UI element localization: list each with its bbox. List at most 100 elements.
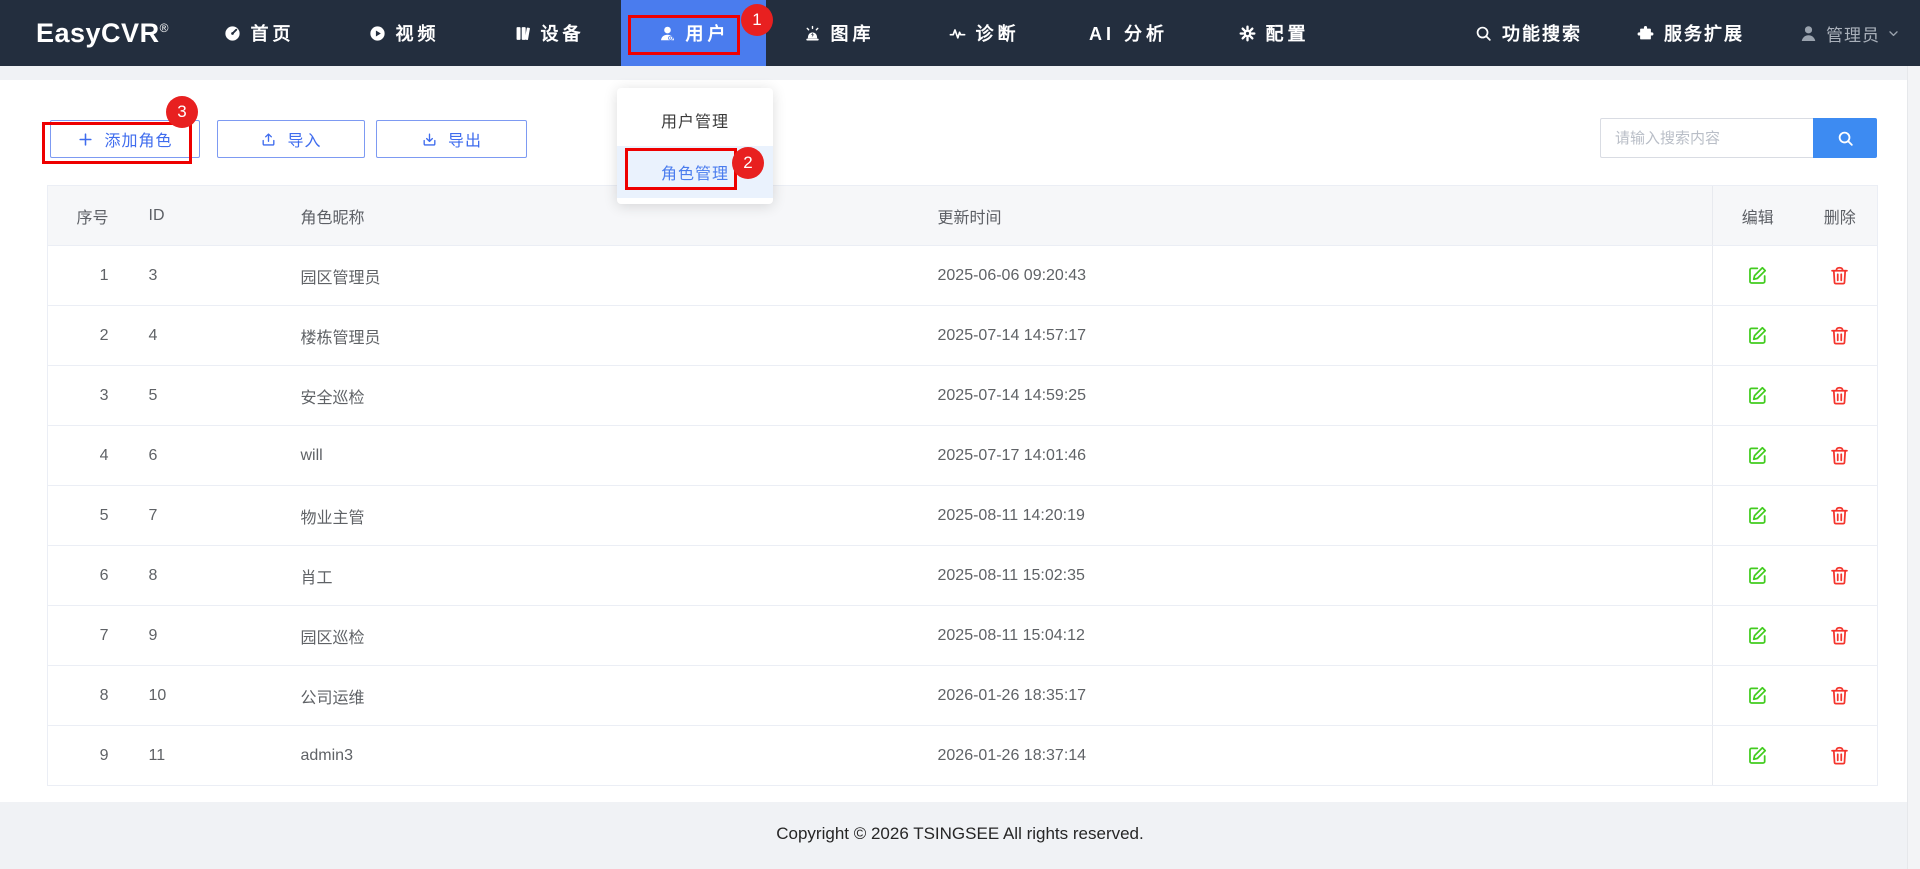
table-row: 4 6 will 2025-07-17 14:01:46 [47, 425, 1878, 486]
row-index: 1 [47, 245, 123, 306]
row-role-name: 楼栋管理员 [300, 305, 938, 366]
delete-icon[interactable] [1829, 745, 1850, 766]
search-icon [1474, 24, 1493, 43]
search-input[interactable] [1600, 118, 1813, 158]
device-icon [513, 24, 532, 43]
row-updated-time: 2025-07-14 14:59:25 [937, 365, 1713, 426]
header-updated: 更新时间 [937, 185, 1713, 246]
nav-item-gallery[interactable]: 图库 [766, 0, 911, 66]
nav-item-video[interactable]: 视频 [331, 0, 476, 66]
row-updated-time: 2025-08-11 14:20:19 [937, 485, 1713, 546]
row-id: 11 [122, 725, 301, 786]
search-button[interactable] [1813, 118, 1877, 158]
export-button[interactable]: 导出 [376, 120, 527, 158]
app-logo: EasyCVR® [36, 17, 169, 48]
plus-icon [77, 131, 94, 148]
table-header-row: 序号 ID 角色昵称 更新时间 编辑 删除 [47, 185, 1878, 246]
edit-icon[interactable] [1747, 265, 1768, 286]
header-index: 序号 [47, 185, 123, 246]
search-icon [1836, 129, 1855, 148]
row-updated-time: 2026-01-26 18:35:17 [937, 665, 1713, 726]
row-role-name: will [300, 425, 938, 486]
row-updated-time: 2025-08-11 15:04:12 [937, 605, 1713, 666]
row-updated-time: 2025-08-11 15:02:35 [937, 545, 1713, 606]
delete-icon[interactable] [1829, 385, 1850, 406]
nav-item-user[interactable]: 用户 [621, 0, 766, 66]
table-row: 2 4 楼栋管理员 2025-07-14 14:57:17 [47, 305, 1878, 366]
alarm-light-icon [803, 24, 822, 43]
row-index: 6 [47, 545, 123, 606]
edit-icon[interactable] [1747, 505, 1768, 526]
scrollbar[interactable] [1907, 66, 1920, 869]
header-delete: 删除 [1802, 185, 1878, 246]
nav-item-home[interactable]: 首页 [186, 0, 331, 66]
delete-icon[interactable] [1829, 265, 1850, 286]
copyright-text: Copyright © 2026 TSINGSEE All rights res… [776, 824, 1144, 843]
delete-icon[interactable] [1829, 505, 1850, 526]
user-nav-dropdown: 用户管理 角色管理 [617, 88, 773, 204]
download-icon [421, 131, 438, 148]
table-search [1600, 118, 1877, 158]
delete-icon[interactable] [1829, 685, 1850, 706]
service-extension-button[interactable]: 服务扩展 [1636, 20, 1744, 46]
row-role-name: 园区巡检 [300, 605, 938, 666]
nav-item-diagnosis[interactable]: 诊断 [911, 0, 1056, 66]
row-role-name: 物业主管 [300, 485, 938, 546]
delete-icon[interactable] [1829, 445, 1850, 466]
row-index: 4 [47, 425, 123, 486]
avatar-icon [1798, 23, 1819, 44]
row-role-name: 园区管理员 [300, 245, 938, 306]
upload-icon [260, 131, 277, 148]
nav-item-ai-analysis[interactable]: AI 分析 [1056, 0, 1201, 66]
puzzle-icon [1636, 24, 1655, 43]
table-row: 6 8 肖工 2025-08-11 15:02:35 [47, 545, 1878, 606]
top-navbar: EasyCVR® 首页 视频 设备 用户 图库 诊断 AI 分析 配置 功能搜索… [0, 0, 1920, 66]
play-icon [368, 24, 387, 43]
dropdown-item-user-management[interactable]: 用户管理 [617, 94, 773, 146]
edit-icon[interactable] [1747, 445, 1768, 466]
nav-item-device[interactable]: 设备 [476, 0, 621, 66]
edit-icon[interactable] [1747, 565, 1768, 586]
edit-icon[interactable] [1747, 385, 1768, 406]
table-row: 5 7 物业主管 2025-08-11 14:20:19 [47, 485, 1878, 546]
edit-icon[interactable] [1747, 745, 1768, 766]
row-index: 2 [47, 305, 123, 366]
dropdown-item-role-management[interactable]: 角色管理 [617, 146, 773, 198]
nav-item-config[interactable]: 配置 [1201, 0, 1346, 66]
table-row: 9 11 admin3 2026-01-26 18:37:14 [47, 725, 1878, 786]
row-updated-time: 2026-01-26 18:37:14 [937, 725, 1713, 786]
page-background-strip [0, 66, 1920, 80]
row-id: 7 [122, 485, 301, 546]
row-id: 10 [122, 665, 301, 726]
footer: Copyright © 2026 TSINGSEE All rights res… [0, 802, 1920, 869]
row-id: 6 [122, 425, 301, 486]
row-updated-time: 2025-06-06 09:20:43 [937, 245, 1713, 306]
navbar-right: 功能搜索 服务扩展 管理员 [1474, 0, 1920, 66]
table-row: 1 3 园区管理员 2025-06-06 09:20:43 [47, 245, 1878, 306]
import-button[interactable]: 导入 [217, 120, 365, 158]
header-edit: 编辑 [1712, 185, 1803, 246]
edit-icon[interactable] [1747, 685, 1768, 706]
nav-menu: 首页 视频 设备 用户 图库 诊断 AI 分析 配置 [186, 0, 1346, 66]
row-id: 8 [122, 545, 301, 606]
user-icon [658, 24, 677, 43]
edit-icon[interactable] [1747, 325, 1768, 346]
delete-icon[interactable] [1829, 565, 1850, 586]
feature-search-button[interactable]: 功能搜索 [1474, 20, 1582, 46]
add-role-button[interactable]: 添加角色 [50, 120, 200, 158]
edit-icon[interactable] [1747, 625, 1768, 646]
user-menu[interactable]: 管理员 [1798, 21, 1900, 46]
row-id: 4 [122, 305, 301, 366]
row-role-name: 肖工 [300, 545, 938, 606]
dashboard-icon [223, 24, 242, 43]
row-id: 3 [122, 245, 301, 306]
delete-icon[interactable] [1829, 625, 1850, 646]
chevron-down-icon [1887, 27, 1900, 40]
roles-table: 序号 ID 角色昵称 更新时间 编辑 删除 1 3 园区管理员 2025-06-… [47, 185, 1878, 786]
row-id: 9 [122, 605, 301, 666]
row-index: 5 [47, 485, 123, 546]
delete-icon[interactable] [1829, 325, 1850, 346]
table-body: 1 3 园区管理员 2025-06-06 09:20:43 2 4 楼栋管理员 … [47, 245, 1878, 786]
row-index: 3 [47, 365, 123, 426]
table-row: 3 5 安全巡检 2025-07-14 14:59:25 [47, 365, 1878, 426]
